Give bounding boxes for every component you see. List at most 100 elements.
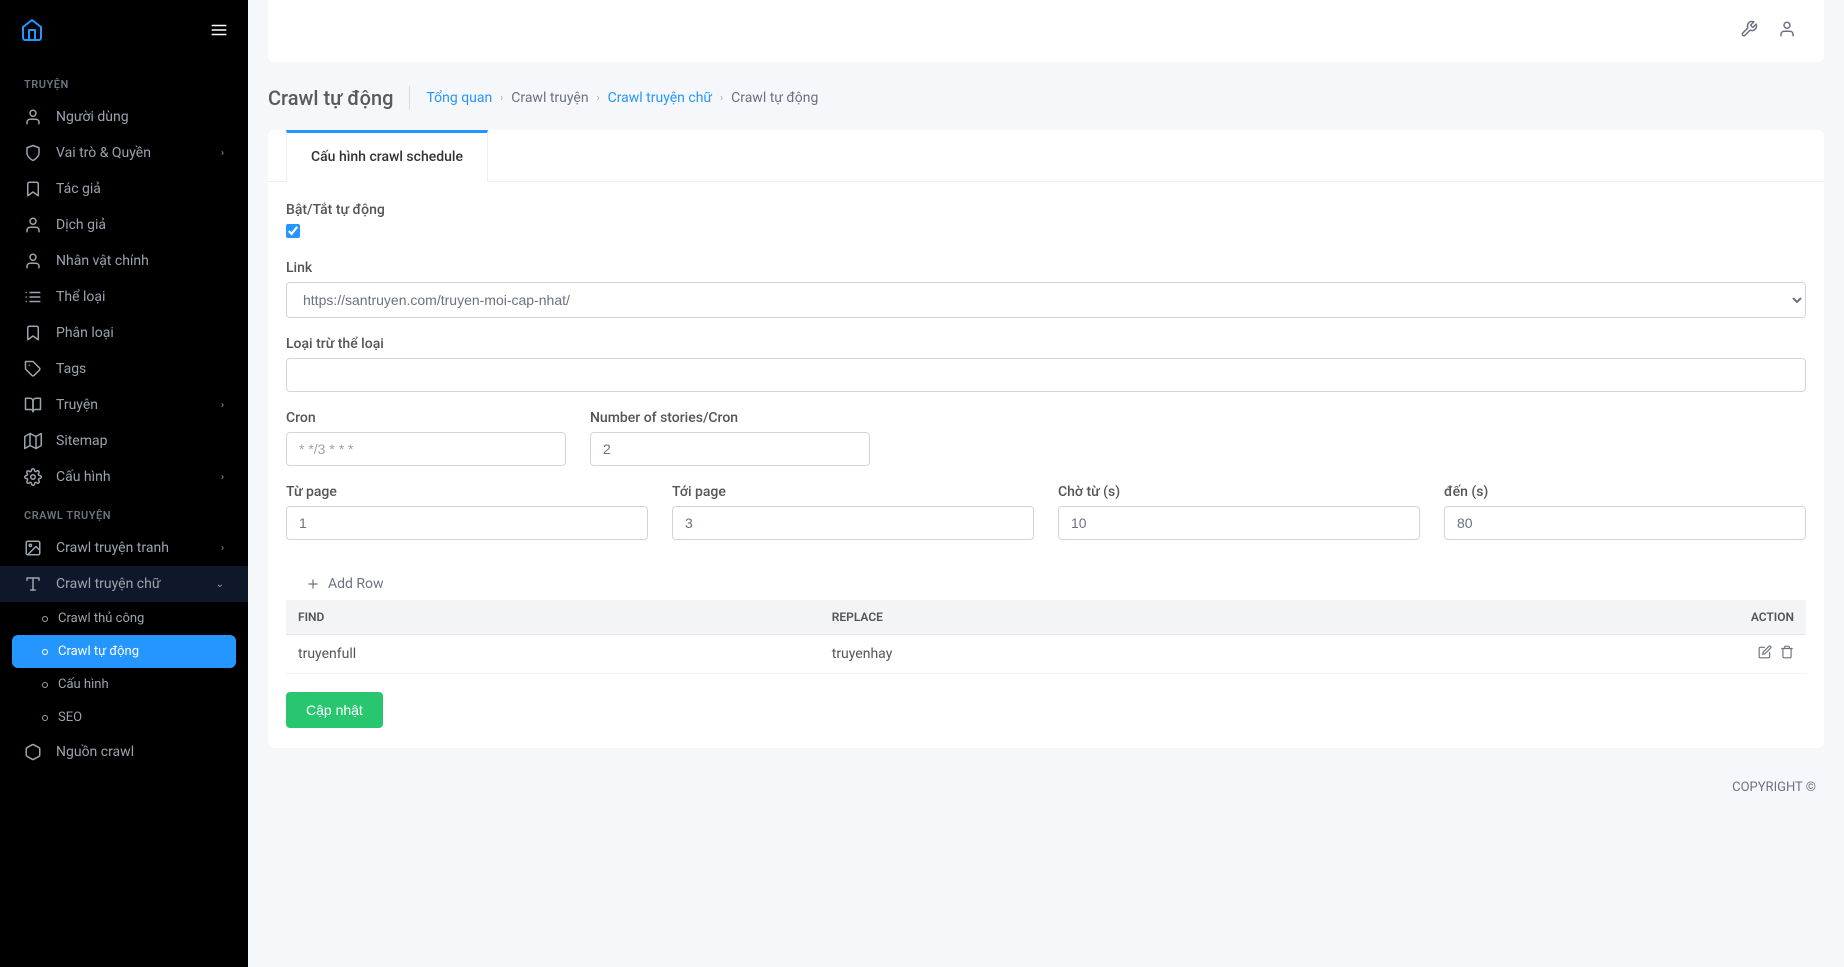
- sidebar-subitem-seo[interactable]: SEO: [0, 701, 248, 734]
- chevron-right-icon: ›: [720, 93, 723, 104]
- to-page-label: Tới page: [672, 484, 1034, 500]
- sidebar-item-translators[interactable]: Dịch giả: [0, 207, 248, 243]
- map-icon: [24, 432, 42, 450]
- sidebar-item-users[interactable]: Người dùng: [0, 99, 248, 135]
- sidebar-item-label: Người dùng: [56, 109, 129, 125]
- sidebar-item-label: Crawl truyện tranh: [56, 540, 169, 556]
- chevron-right-icon: ›: [221, 543, 224, 554]
- sidebar-item-crawl-text[interactable]: Crawl truyện chữ ⌄: [0, 566, 248, 602]
- menu-toggle-icon[interactable]: [210, 21, 228, 43]
- main-content: Crawl tự động Tổng quan › Crawl truyện ›…: [248, 0, 1844, 967]
- book-icon: [24, 396, 42, 414]
- exclude-input[interactable]: [286, 358, 1806, 392]
- chevron-right-icon: ›: [221, 472, 224, 483]
- sidebar-section-crawl: CRAWL TRUYỆN: [0, 495, 248, 530]
- footer-copyright: COPYRIGHT ©: [248, 768, 1844, 807]
- from-page-input[interactable]: [286, 506, 648, 540]
- sidebar-item-label: Tác giả: [56, 181, 101, 197]
- to-page-input[interactable]: [672, 506, 1034, 540]
- cron-input[interactable]: [286, 432, 566, 466]
- sidebar-item-classification[interactable]: Phân loại: [0, 315, 248, 351]
- wait-from-input[interactable]: [1058, 506, 1420, 540]
- chevron-right-icon: ›: [500, 93, 503, 104]
- plus-icon: [306, 577, 320, 591]
- dot-icon: [42, 616, 48, 622]
- num-input[interactable]: [590, 432, 870, 466]
- link-label: Link: [286, 260, 1806, 276]
- auto-toggle-checkbox[interactable]: [286, 224, 300, 238]
- sidebar-item-crawl-comic[interactable]: Crawl truyện tranh ›: [0, 530, 248, 566]
- sidebar-item-label: Cấu hình: [56, 469, 111, 485]
- trash-icon: [1780, 645, 1794, 659]
- add-row-button[interactable]: Add Row: [286, 568, 404, 600]
- sidebar-item-authors[interactable]: Tác giả: [0, 171, 248, 207]
- home-logo-icon[interactable]: [20, 18, 44, 46]
- sidebar-item-label: Vai trò & Quyền: [56, 145, 151, 161]
- package-icon: [24, 743, 42, 761]
- table-header-action: ACTION: [1369, 600, 1806, 635]
- user-icon: [24, 252, 42, 270]
- bookmark-icon: [24, 324, 42, 342]
- user-icon: [24, 216, 42, 234]
- image-icon: [24, 539, 42, 557]
- sidebar-item-crawl-source[interactable]: Nguồn crawl: [0, 734, 248, 770]
- sidebar: TRUYỆN Người dùng Vai trò & Quyền › Tác …: [0, 0, 248, 967]
- wait-to-label: đến (s): [1444, 484, 1806, 500]
- delete-row-button[interactable]: [1780, 645, 1794, 663]
- cell-find: truyenfull: [286, 635, 820, 674]
- gear-icon: [24, 468, 42, 486]
- cron-label: Cron: [286, 410, 566, 426]
- dot-icon: [42, 682, 48, 688]
- user-icon: [24, 108, 42, 126]
- sidebar-item-label: Phân loại: [56, 325, 114, 341]
- sidebar-subitem-auto[interactable]: Crawl tự động: [12, 635, 236, 668]
- sidebar-item-sitemap[interactable]: Sitemap: [0, 423, 248, 459]
- topbar: [268, 0, 1824, 62]
- sidebar-subitem-label: Crawl tự động: [58, 644, 139, 659]
- sidebar-item-label: Dịch giả: [56, 217, 106, 233]
- sidebar-item-tags[interactable]: Tags: [0, 351, 248, 387]
- sidebar-item-stories[interactable]: Truyện ›: [0, 387, 248, 423]
- sidebar-item-categories[interactable]: Thể loại: [0, 279, 248, 315]
- toggle-label: Bật/Tắt tự động: [286, 202, 1806, 218]
- breadcrumb-text: Crawl truyện: [511, 90, 588, 106]
- sidebar-subitem-config[interactable]: Cấu hình: [0, 668, 248, 701]
- profile-icon[interactable]: [1778, 20, 1796, 42]
- bookmark-icon: [24, 180, 42, 198]
- edit-icon: [1758, 645, 1772, 659]
- sidebar-item-label: Sitemap: [56, 433, 107, 449]
- dot-icon: [42, 715, 48, 721]
- chevron-right-icon: ›: [221, 400, 224, 411]
- submit-button[interactable]: Cập nhật: [286, 692, 383, 728]
- tools-icon[interactable]: [1740, 20, 1758, 42]
- sidebar-item-label: Crawl truyện chữ: [56, 576, 161, 592]
- breadcrumb-link[interactable]: Tổng quan: [426, 90, 492, 106]
- breadcrumb-current: Crawl tự động: [731, 90, 818, 106]
- breadcrumb-link[interactable]: Crawl truyện chữ: [608, 90, 713, 106]
- chevron-right-icon: ›: [597, 93, 600, 104]
- form-card: Cấu hình crawl schedule Bật/Tắt tự động …: [268, 130, 1824, 748]
- sidebar-item-label: Tags: [56, 361, 86, 377]
- sidebar-item-config[interactable]: Cấu hình ›: [0, 459, 248, 495]
- table-header-replace: REPLACE: [820, 600, 1370, 635]
- sidebar-subitem-label: SEO: [58, 710, 82, 725]
- breadcrumb: Tổng quan › Crawl truyện › Crawl truyện …: [426, 90, 818, 106]
- type-icon: [24, 575, 42, 593]
- exclude-label: Loại trừ thể loại: [286, 336, 1806, 352]
- table-header-find: FIND: [286, 600, 820, 635]
- list-icon: [24, 288, 42, 306]
- from-page-label: Từ page: [286, 484, 648, 500]
- sidebar-subitem-label: Crawl thủ công: [58, 611, 144, 626]
- link-select[interactable]: https://santruyen.com/truyen-moi-cap-nha…: [286, 282, 1806, 318]
- sidebar-subitem-label: Cấu hình: [58, 677, 109, 692]
- cell-replace: truyenhay: [820, 635, 1370, 674]
- page-title: Crawl tự động: [268, 86, 410, 110]
- sidebar-subitem-manual[interactable]: Crawl thủ công: [0, 602, 248, 635]
- tab-schedule[interactable]: Cấu hình crawl schedule: [286, 130, 488, 182]
- wait-to-input[interactable]: [1444, 506, 1806, 540]
- edit-row-button[interactable]: [1758, 645, 1772, 663]
- sidebar-item-characters[interactable]: Nhân vật chính: [0, 243, 248, 279]
- chevron-right-icon: ›: [221, 148, 224, 159]
- sidebar-item-roles[interactable]: Vai trò & Quyền ›: [0, 135, 248, 171]
- sidebar-item-label: Thể loại: [56, 289, 105, 305]
